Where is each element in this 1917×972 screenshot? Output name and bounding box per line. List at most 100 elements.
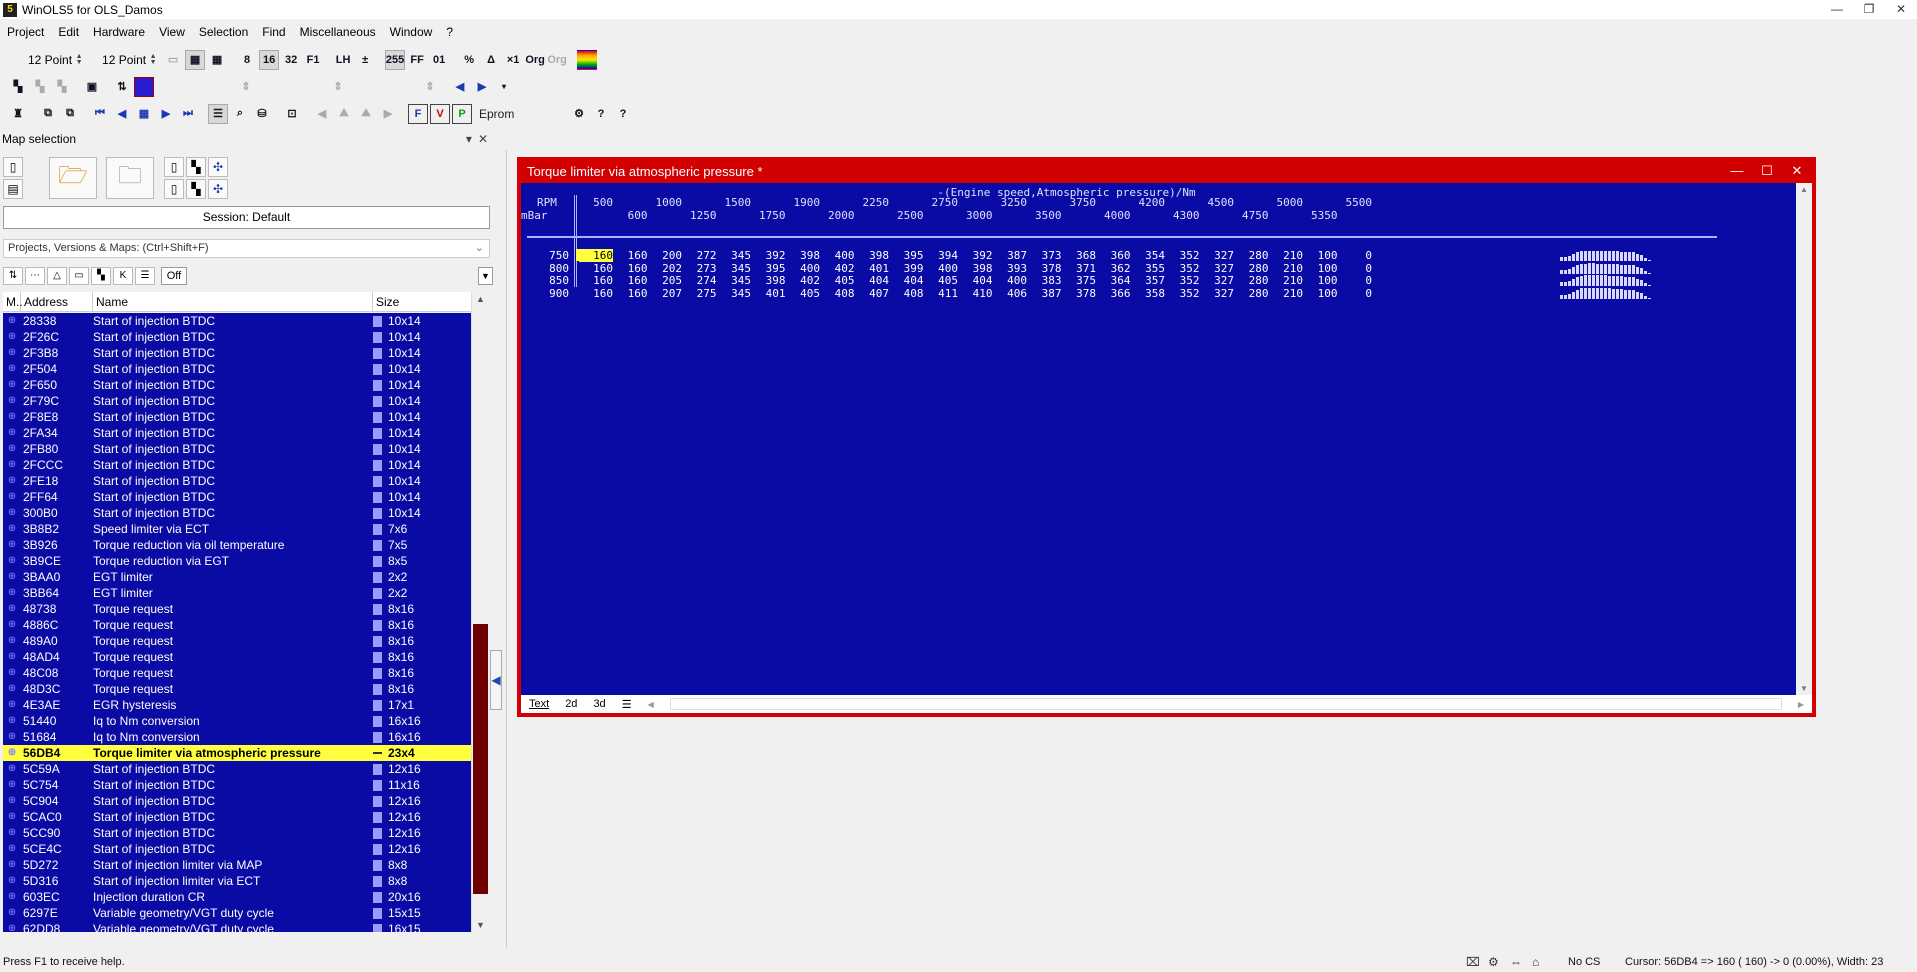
map-cell[interactable]: 410 bbox=[959, 287, 993, 300]
map-cell[interactable]: 366 bbox=[1097, 287, 1131, 300]
list-item[interactable]: ⊕ 5D272 Start of injection limiter via MAP… bbox=[3, 857, 471, 873]
map-cell[interactable]: 383 bbox=[1028, 274, 1062, 287]
open-folder-icon[interactable]: 🗁 bbox=[49, 157, 97, 199]
map-cell[interactable]: 400 bbox=[924, 262, 958, 275]
map-cell[interactable]: 0 bbox=[1338, 262, 1372, 275]
font-size-stepper-2[interactable]: 12 Point ▲ ▼ bbox=[102, 53, 158, 67]
float-icon[interactable]: F1 bbox=[303, 50, 323, 70]
color-palette-icon[interactable] bbox=[577, 49, 598, 70]
colors-icon[interactable]: ▚ bbox=[186, 157, 206, 177]
menu-window[interactable]: Window bbox=[383, 22, 440, 42]
search-icon[interactable]: ⌕ bbox=[230, 104, 250, 124]
list-item[interactable]: ⊕ 5D316 Start of injection limiter via ECT… bbox=[3, 873, 471, 889]
list-item[interactable]: ⊕ 3B926 Torque reduction via oil temperatu… bbox=[3, 537, 471, 553]
expand-icon[interactable]: ⊕ bbox=[3, 681, 21, 697]
list-item[interactable]: ⊕ 5C754 Start of injection BTDC 11x16 bbox=[3, 777, 471, 793]
map-cell[interactable]: 368 bbox=[1062, 249, 1096, 262]
next-map-icon[interactable]: ▶ bbox=[156, 104, 176, 124]
map-cell[interactable]: 401 bbox=[855, 262, 889, 275]
list-item[interactable]: ⊕ 489A0 Torque request 8x16 bbox=[3, 633, 471, 649]
menu-hardware[interactable]: Hardware bbox=[86, 22, 152, 42]
map-cell[interactable]: 280 bbox=[1235, 262, 1269, 275]
expand-icon[interactable]: ⊕ bbox=[3, 697, 21, 713]
map-cell[interactable]: 160 bbox=[579, 262, 613, 275]
last-map-icon[interactable]: ⏭ bbox=[178, 104, 198, 124]
import-icon[interactable]: ⧉ bbox=[60, 104, 80, 124]
map-cell[interactable]: 411 bbox=[924, 287, 958, 300]
map-cell[interactable]: 160 bbox=[614, 274, 648, 287]
hex-view-icon[interactable]: ▦ bbox=[185, 49, 206, 70]
expand-icon[interactable]: ⊕ bbox=[3, 921, 21, 932]
list-item[interactable]: ⊕ 28338 Start of injection BTDC 10x14 bbox=[3, 313, 471, 329]
expand-icon[interactable]: ⊕ bbox=[3, 745, 21, 761]
lohi-icon[interactable]: LH bbox=[333, 50, 353, 70]
menu-view[interactable]: View bbox=[152, 22, 192, 42]
map-cell[interactable]: 100 bbox=[1304, 287, 1338, 300]
map-cell[interactable]: 392 bbox=[959, 249, 993, 262]
expand-icon[interactable]: ⊕ bbox=[3, 441, 21, 457]
arrow-left-icon[interactable]: ◀ bbox=[312, 104, 332, 124]
tab-3d[interactable]: 3d bbox=[585, 698, 613, 710]
map-cell[interactable]: 378 bbox=[1062, 287, 1096, 300]
map-cell[interactable]: 395 bbox=[890, 249, 924, 262]
expand-icon[interactable]: ⊕ bbox=[3, 345, 21, 361]
spin-icon-3[interactable]: ⇕ bbox=[420, 77, 440, 97]
expand-icon[interactable]: ⊕ bbox=[3, 873, 21, 889]
close-icon[interactable]: ✕ bbox=[1885, 0, 1917, 19]
expand-icon[interactable]: ⊕ bbox=[3, 825, 21, 841]
col-name[interactable]: Name bbox=[93, 292, 373, 311]
list-item[interactable]: ⊕ 5C59A Start of injection BTDC 12x16 bbox=[3, 761, 471, 777]
tree-icon[interactable]: ▚ bbox=[186, 179, 206, 199]
next-icon[interactable]: ▶ bbox=[472, 77, 492, 97]
menu-help[interactable]: ? bbox=[439, 22, 460, 42]
map-window-titlebar[interactable]: Torque limiter via atmospheric pressure … bbox=[521, 161, 1812, 181]
expand-icon[interactable]: ⊕ bbox=[3, 713, 21, 729]
expand-icon[interactable]: ⊕ bbox=[3, 393, 21, 409]
save-project-icon[interactable]: ▤ bbox=[3, 179, 23, 199]
compare-icon[interactable]: ⇅ bbox=[112, 77, 132, 97]
chevron-down-icon[interactable]: ▼ bbox=[478, 267, 493, 285]
chevron-down-icon[interactable]: ▾ bbox=[466, 132, 478, 146]
map-cell[interactable]: 210 bbox=[1269, 249, 1303, 262]
grid-view-icon[interactable]: ▦ bbox=[207, 50, 227, 70]
map-cell[interactable]: 401 bbox=[752, 287, 786, 300]
map-cell[interactable]: 387 bbox=[1028, 287, 1062, 300]
tab-2d[interactable]: 2d bbox=[557, 698, 585, 710]
expand-icon[interactable]: ⊕ bbox=[3, 329, 21, 345]
map-cell[interactable]: 394 bbox=[924, 249, 958, 262]
expand-icon[interactable]: ⊕ bbox=[3, 521, 21, 537]
kd-filter-icon[interactable]: K bbox=[113, 267, 133, 285]
map-tools-icon[interactable]: ▚ bbox=[52, 77, 72, 97]
map-cell[interactable]: 345 bbox=[717, 274, 751, 287]
f-box-icon[interactable]: F bbox=[408, 103, 428, 124]
hex-icon[interactable]: FF bbox=[407, 50, 427, 70]
map-properties-icon[interactable]: ▚ bbox=[8, 77, 28, 97]
expand-icon[interactable]: ⊕ bbox=[3, 857, 21, 873]
list-item[interactable]: ⊕ 4886C Torque request 8x16 bbox=[3, 617, 471, 633]
list-view-icon[interactable]: ☰ bbox=[208, 103, 228, 124]
list-item[interactable]: ⊕ 5CC90 Start of injection BTDC 12x16 bbox=[3, 825, 471, 841]
original-icon[interactable]: Org bbox=[525, 50, 545, 70]
help-icon[interactable]: ? bbox=[591, 104, 611, 124]
col-size[interactable]: Size bbox=[373, 292, 471, 311]
map-cell[interactable]: 160 bbox=[614, 287, 648, 300]
map-cell[interactable]: 327 bbox=[1200, 262, 1234, 275]
first-map-icon[interactable]: ⏮ bbox=[90, 104, 110, 124]
map-cell[interactable]: 327 bbox=[1200, 287, 1234, 300]
view-mode-icon[interactable]: ▭ bbox=[163, 50, 183, 70]
map-cell[interactable]: 406 bbox=[993, 287, 1027, 300]
map-cell[interactable]: 364 bbox=[1097, 274, 1131, 287]
map-cell[interactable]: 405 bbox=[821, 274, 855, 287]
list-item[interactable]: ⊕ 4E3AE EGR hysteresis 17x1 bbox=[3, 697, 471, 713]
scroll-thumb[interactable] bbox=[473, 624, 488, 894]
new-project-icon[interactable]: ▯ bbox=[3, 157, 23, 177]
panel-collapse-handle[interactable]: ◀ bbox=[490, 650, 502, 710]
spin-icon-1[interactable]: ⇕ bbox=[236, 77, 256, 97]
list-item[interactable]: ⊕ 2FCCC Start of injection BTDC 10x14 bbox=[3, 457, 471, 473]
menu-miscellaneous[interactable]: Miscellaneous bbox=[293, 22, 383, 42]
list-item[interactable]: ⊕ 2F3B8 Start of injection BTDC 10x14 bbox=[3, 345, 471, 361]
tuning-icon[interactable]: ♜ bbox=[8, 104, 28, 124]
map-cell[interactable]: 275 bbox=[683, 287, 717, 300]
expand-icon[interactable]: ⊕ bbox=[3, 377, 21, 393]
expand-icon[interactable]: ⊕ bbox=[3, 761, 21, 777]
